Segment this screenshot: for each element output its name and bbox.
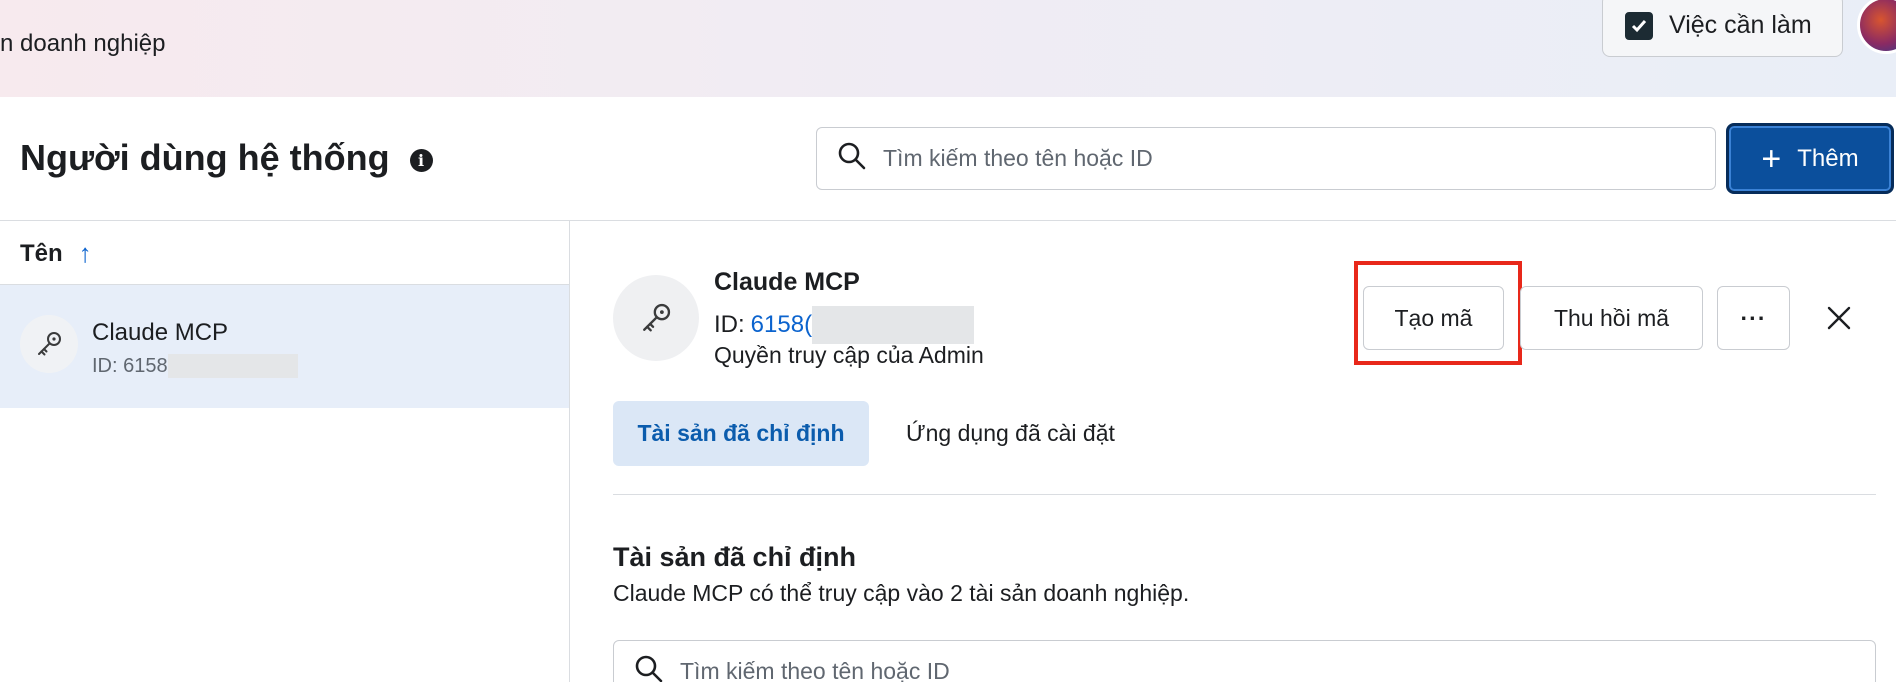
avatar[interactable] bbox=[1857, 0, 1896, 54]
create-token-button[interactable]: Tạo mã bbox=[1363, 286, 1504, 350]
checklist-icon bbox=[1625, 11, 1653, 40]
detail-id-value[interactable]: 6158( bbox=[751, 311, 812, 339]
add-button[interactable]: + Thêm bbox=[1726, 123, 1894, 194]
column-header-label: Tên bbox=[20, 239, 63, 267]
more-options-button[interactable]: ··· bbox=[1717, 286, 1790, 350]
top-banner: n doanh nghiệp Việc cần làm bbox=[0, 0, 1896, 97]
detail-id-label: ID: bbox=[714, 311, 745, 338]
search-box[interactable] bbox=[816, 127, 1716, 190]
tab-assigned-assets[interactable]: Tài sản đã chỉ định bbox=[613, 401, 869, 466]
detail-name: Claude MCP bbox=[714, 268, 860, 296]
panel-divider bbox=[569, 220, 570, 682]
search-input[interactable] bbox=[883, 145, 1683, 172]
list-item[interactable]: Claude MCP ID: 6158 bbox=[0, 285, 569, 408]
info-icon[interactable]: i bbox=[409, 148, 433, 172]
search-icon bbox=[634, 654, 664, 682]
page-title-text: Người dùng hệ thống bbox=[20, 137, 390, 178]
section-description: Claude MCP có thể truy cập vào 2 tài sản… bbox=[613, 580, 1190, 606]
key-icon bbox=[613, 275, 699, 361]
access-level: Quyền truy cập của Admin bbox=[714, 342, 984, 368]
revoke-token-button[interactable]: Thu hồi mã bbox=[1520, 286, 1703, 350]
redacted-id bbox=[812, 306, 975, 344]
list-item-id: ID: 6158 bbox=[92, 354, 298, 378]
asset-search-input[interactable] bbox=[680, 657, 1480, 682]
header-divider bbox=[0, 220, 1896, 221]
sort-ascending-icon[interactable]: ↑ bbox=[79, 238, 92, 269]
detail-id: ID: 6158( bbox=[714, 306, 975, 344]
key-icon bbox=[20, 315, 78, 373]
list-item-id-text: ID: 6158 bbox=[92, 354, 168, 377]
add-button-label: Thêm bbox=[1797, 144, 1859, 172]
column-header-name[interactable]: Tên ↑ bbox=[20, 238, 92, 269]
close-icon[interactable] bbox=[1820, 299, 1858, 337]
todo-label: Việc cần làm bbox=[1669, 11, 1812, 39]
section-title: Tài sản đã chỉ định bbox=[613, 542, 857, 572]
list-item-name: Claude MCP bbox=[92, 319, 229, 346]
page-title: Người dùng hệ thống i bbox=[20, 137, 433, 179]
redacted-id bbox=[167, 354, 298, 378]
todo-button[interactable]: Việc cần làm bbox=[1602, 0, 1843, 57]
asset-search-box[interactable] bbox=[613, 640, 1876, 682]
tab-installed-apps[interactable]: Ứng dụng đã cài đặt bbox=[906, 401, 1115, 466]
tab-divider bbox=[613, 494, 1876, 495]
search-icon bbox=[837, 141, 867, 176]
plus-icon: + bbox=[1761, 139, 1782, 178]
breadcrumb[interactable]: n doanh nghiệp bbox=[0, 30, 166, 58]
